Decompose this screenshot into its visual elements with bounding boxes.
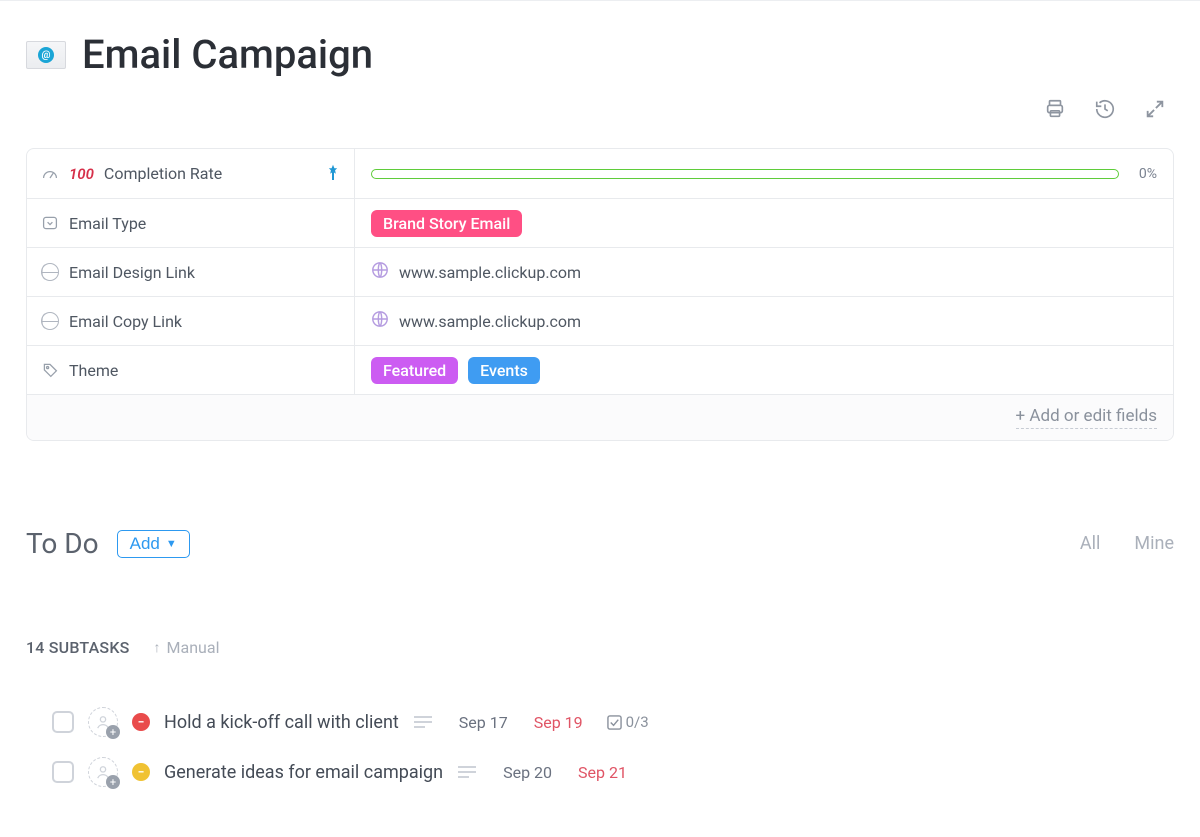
field-label-copy-link[interactable]: Email Copy Link xyxy=(27,297,355,345)
pin-icon[interactable] xyxy=(326,164,340,184)
copy-link-label: Email Copy Link xyxy=(69,312,182,331)
status-dot[interactable]: − xyxy=(132,763,150,781)
progress-bar xyxy=(371,169,1119,179)
email-campaign-icon: @ xyxy=(26,41,66,69)
field-value-theme[interactable]: Featured Events xyxy=(355,346,1173,394)
plus-badge-icon: + xyxy=(106,775,120,789)
arrow-up-icon: ↑ xyxy=(154,639,161,656)
dropdown-field-icon xyxy=(41,215,59,231)
start-date[interactable]: Sep 17 xyxy=(459,713,508,732)
subtask-progress[interactable]: 0/3 xyxy=(607,713,649,731)
globe-icon xyxy=(41,263,59,281)
globe-icon xyxy=(41,312,59,330)
page-title: Email Campaign xyxy=(82,31,373,78)
subtask-progress-text: 0/3 xyxy=(626,713,649,731)
at-badge: @ xyxy=(38,47,54,63)
gauge-icon xyxy=(41,167,59,181)
assign-button[interactable]: + xyxy=(88,757,118,787)
checkbox[interactable] xyxy=(52,711,74,733)
email-type-tag[interactable]: Brand Story Email xyxy=(371,210,522,237)
theme-label: Theme xyxy=(69,361,118,380)
field-value-email-type[interactable]: Brand Story Email xyxy=(355,199,1173,247)
custom-fields-card: 100 Completion Rate 0% Email Type Brand … xyxy=(26,148,1174,441)
theme-tag-events[interactable]: Events xyxy=(468,357,540,384)
field-value-copy-link[interactable]: www.sample.clickup.com xyxy=(355,297,1173,345)
filter-all[interactable]: All xyxy=(1080,533,1101,554)
subtask-list: + − Hold a kick-off call with client Sep… xyxy=(26,697,1174,797)
subtask-name: Generate ideas for email campaign xyxy=(164,762,443,783)
print-icon[interactable] xyxy=(1044,98,1066,120)
assign-button[interactable]: + xyxy=(88,707,118,737)
add-edit-fields-link[interactable]: + Add or edit fields xyxy=(1016,406,1157,429)
due-date[interactable]: Sep 19 xyxy=(534,713,583,732)
description-icon[interactable] xyxy=(457,765,477,779)
tag-icon xyxy=(41,362,59,378)
field-label-theme[interactable]: Theme xyxy=(27,346,355,394)
expand-icon[interactable] xyxy=(1144,98,1166,120)
plus-badge-icon: + xyxy=(106,725,120,739)
description-icon[interactable] xyxy=(413,715,433,729)
hundred-emoji: 100 xyxy=(69,165,94,183)
filter-mine[interactable]: Mine xyxy=(1134,533,1174,554)
subtask-count: 14 SUBTASKS xyxy=(26,638,130,657)
history-icon[interactable] xyxy=(1094,98,1116,120)
theme-tag-featured[interactable]: Featured xyxy=(371,357,458,384)
field-label-completion[interactable]: 100 Completion Rate xyxy=(27,149,355,198)
completion-label: Completion Rate xyxy=(104,164,222,183)
add-subtask-button[interactable]: Add ▼ xyxy=(117,530,190,558)
field-label-design-link[interactable]: Email Design Link xyxy=(27,248,355,296)
checkbox[interactable] xyxy=(52,761,74,783)
globe-icon xyxy=(371,261,389,283)
field-value-design-link[interactable]: www.sample.clickup.com xyxy=(355,248,1173,296)
status-dot[interactable]: − xyxy=(132,713,150,731)
field-value-completion[interactable]: 0% xyxy=(355,149,1173,198)
subtask-row[interactable]: + − Hold a kick-off call with client Sep… xyxy=(26,697,1174,747)
sort-button[interactable]: ↑ Manual xyxy=(154,638,220,657)
design-link-url: www.sample.clickup.com xyxy=(399,263,581,282)
field-label-email-type[interactable]: Email Type xyxy=(27,199,355,247)
globe-icon xyxy=(371,310,389,332)
progress-pct: 0% xyxy=(1139,166,1157,182)
copy-link-url: www.sample.clickup.com xyxy=(399,312,581,331)
start-date[interactable]: Sep 20 xyxy=(503,763,552,782)
subtask-name: Hold a kick-off call with client xyxy=(164,712,399,733)
email-type-label: Email Type xyxy=(69,214,146,233)
chevron-down-icon: ▼ xyxy=(166,538,177,550)
due-date[interactable]: Sep 21 xyxy=(578,763,627,782)
todo-heading: To Do xyxy=(26,527,99,560)
sort-label: Manual xyxy=(167,638,220,657)
add-button-label: Add xyxy=(130,534,160,554)
design-link-label: Email Design Link xyxy=(69,263,195,282)
subtask-row[interactable]: + − Generate ideas for email campaign Se… xyxy=(26,747,1174,797)
